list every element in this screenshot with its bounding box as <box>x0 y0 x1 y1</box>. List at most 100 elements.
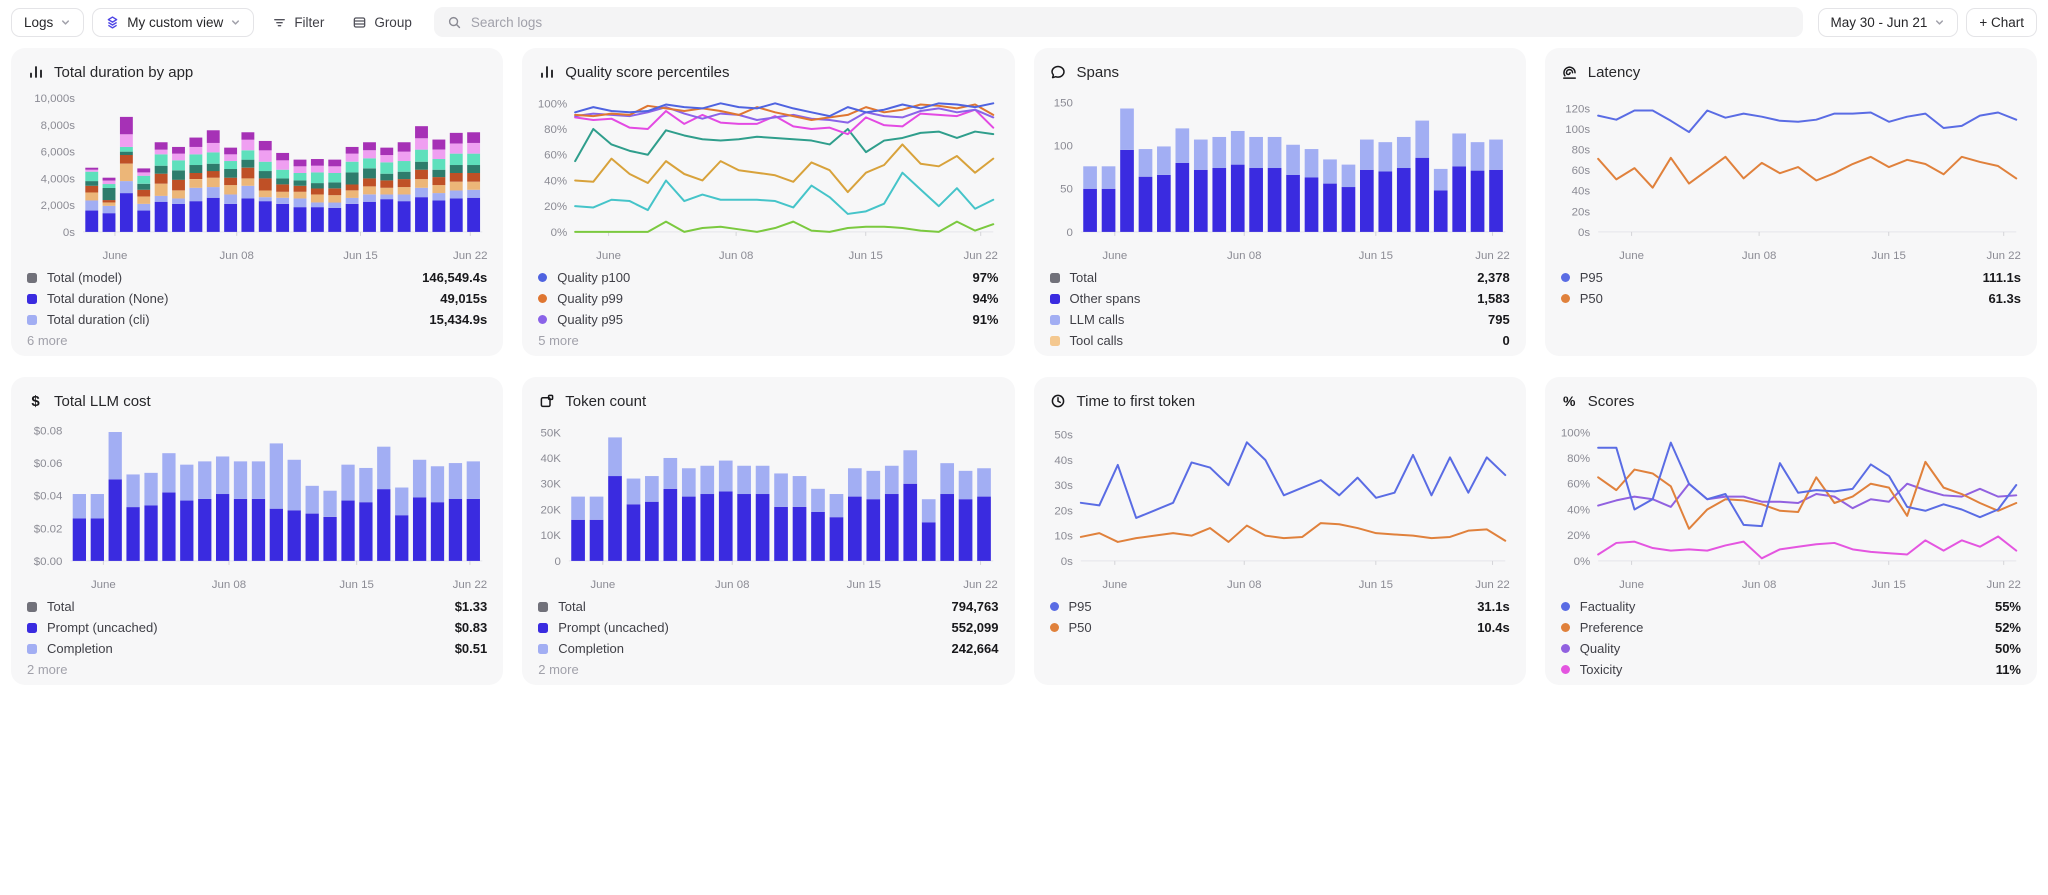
svg-text:June: June <box>1102 250 1127 262</box>
legend-row[interactable]: Toxicity11% <box>1561 659 2021 680</box>
filter-label: Filter <box>294 15 324 30</box>
svg-text:60%: 60% <box>544 150 567 162</box>
svg-text:Jun 22: Jun 22 <box>964 579 998 591</box>
chevron-down-icon <box>230 17 241 28</box>
panel-header: $ Total LLM cost <box>27 389 487 413</box>
legend-row[interactable]: Total (model)146,549.4s <box>27 267 487 288</box>
svg-text:100%: 100% <box>1561 427 1590 439</box>
legend-row[interactable]: Quality p9591% <box>538 309 998 330</box>
panel-title: Spans <box>1077 64 1120 81</box>
add-chart-label: + Chart <box>1979 15 2024 30</box>
legend-row[interactable]: Total$1.33 <box>27 596 487 617</box>
panel-token-count: Token count 010K20K30K40K50KJuneJun 08Ju… <box>522 377 1014 685</box>
chart-canvas-llm-cost[interactable]: $0.00$0.02$0.04$0.06$0.08JuneJun 08Jun 1… <box>27 415 487 593</box>
legend-label: Prompt (uncached) <box>47 620 445 635</box>
legend-swatch <box>27 315 37 325</box>
svg-text:Jun 08: Jun 08 <box>1227 250 1261 262</box>
legend-label: Quality p99 <box>557 291 962 306</box>
legend-row[interactable]: Factuality55% <box>1561 596 2021 617</box>
panel-total-duration-by-app: Total duration by app 0s2,000s4,000s6,00… <box>11 48 503 356</box>
legend-row[interactable]: Quality50% <box>1561 638 2021 659</box>
svg-text:6,000s: 6,000s <box>41 147 76 159</box>
legend-value: 15,434.9s <box>429 312 487 327</box>
svg-text:$0.02: $0.02 <box>34 523 63 535</box>
custom-view-label: My custom view <box>127 15 223 30</box>
search-box[interactable] <box>434 7 1803 37</box>
dollar-icon: $ <box>27 393 44 410</box>
svg-text:20s: 20s <box>1054 505 1073 517</box>
search-input[interactable] <box>471 15 1790 30</box>
chart-canvas-latency[interactable]: 0s20s40s60s80s100s120sJuneJun 08Jun 15Ju… <box>1561 86 2021 264</box>
legend-row[interactable]: Completion242,664 <box>538 638 998 659</box>
svg-text:80%: 80% <box>1567 453 1590 465</box>
legend-value: 794,763 <box>952 599 999 614</box>
panel-header: Time to first token <box>1050 389 1510 413</box>
dashboard-grid: Total duration by app 0s2,000s4,000s6,00… <box>0 43 2048 690</box>
legend-row[interactable]: Total duration (cli) 15,434.9s <box>27 309 487 330</box>
chart-canvas-total-duration[interactable]: 0s2,000s4,000s6,000s8,000s10,000sJuneJun… <box>27 86 487 264</box>
legend-row[interactable]: Total2,378 <box>1050 267 1510 288</box>
legend-row[interactable]: Quality p10097% <box>538 267 998 288</box>
legend-swatch <box>1050 623 1059 632</box>
legend-row[interactable]: P5010.4s <box>1050 617 1510 638</box>
svg-text:2,000s: 2,000s <box>41 200 76 212</box>
legend-label: Total duration (cli) <box>47 312 419 327</box>
panel-spans: Spans 050100150JuneJun 08Jun 15Jun 22 To… <box>1034 48 1526 356</box>
svg-text:June: June <box>596 250 621 262</box>
legend-more[interactable]: 2 more <box>538 659 998 679</box>
legend-more[interactable]: 2 more <box>27 659 487 679</box>
legend-swatch <box>538 602 548 612</box>
svg-text:Jun 15: Jun 15 <box>1871 579 1905 591</box>
legend-row[interactable]: Other spans1,583 <box>1050 288 1510 309</box>
search-icon <box>447 15 462 30</box>
legend-row[interactable]: Quality p9994% <box>538 288 998 309</box>
legend-row[interactable]: Total 794,763 <box>538 596 998 617</box>
chat-bubble-icon <box>1050 64 1067 81</box>
legend-label: P95 <box>1580 270 1973 285</box>
svg-text:Jun 15: Jun 15 <box>339 579 373 591</box>
panel-title: Total LLM cost <box>54 393 151 410</box>
chevron-down-icon <box>60 17 71 28</box>
legend-row[interactable]: P95111.1s <box>1561 267 2021 288</box>
chart-canvas-quality-percentiles[interactable]: 0%20%40%60%80%100%JuneJun 08Jun 15Jun 22 <box>538 86 998 264</box>
legend-row[interactable]: Total duration (None)49,015s <box>27 288 487 309</box>
svg-text:Jun 22: Jun 22 <box>453 250 487 262</box>
legend-value: 97% <box>972 270 998 285</box>
panel-time-to-first-token: Time to first token 0s10s20s30s40s50sJun… <box>1034 377 1526 685</box>
legend-row[interactable]: Prompt (uncached)552,099 <box>538 617 998 638</box>
svg-text:June: June <box>1102 579 1127 591</box>
panel-quality-score-percentiles: Quality score percentiles 0%20%40%60%80%… <box>522 48 1014 356</box>
filter-button[interactable]: Filter <box>262 8 334 37</box>
chart-canvas-spans[interactable]: 050100150JuneJun 08Jun 15Jun 22 <box>1050 86 1510 264</box>
legend-swatch <box>1050 315 1060 325</box>
panel-title: Latency <box>1588 64 1641 81</box>
legend-swatch <box>1561 623 1570 632</box>
chart-canvas-scores[interactable]: 0%20%40%60%80%100%JuneJun 08Jun 15Jun 22 <box>1561 415 2021 593</box>
legend-row[interactable]: LLM calls795 <box>1050 309 1510 330</box>
group-button[interactable]: Group <box>342 8 422 37</box>
svg-text:80s: 80s <box>1571 145 1590 157</box>
legend-label: Total <box>558 599 941 614</box>
logs-dropdown-button[interactable]: Logs <box>11 8 84 37</box>
legend-row[interactable]: P5061.3s <box>1561 288 2021 309</box>
legend-more[interactable]: 6 more <box>27 330 487 350</box>
svg-text:June: June <box>591 579 616 591</box>
legend-swatch <box>27 644 37 654</box>
legend-row[interactable]: Completion$0.51 <box>27 638 487 659</box>
legend-row[interactable]: Tool calls0 <box>1050 330 1510 351</box>
date-range-button[interactable]: May 30 - Jun 21 <box>1818 8 1959 37</box>
svg-text:Jun 08: Jun 08 <box>719 250 753 262</box>
svg-text:0s: 0s <box>1578 227 1590 239</box>
chart-canvas-token-count[interactable]: 010K20K30K40K50KJuneJun 08Jun 15Jun 22 <box>538 415 998 593</box>
legend-more[interactable]: 5 more <box>538 330 998 350</box>
legend-value: 52% <box>1995 620 2021 635</box>
chart-canvas-ttft[interactable]: 0s10s20s30s40s50sJuneJun 08Jun 15Jun 22 <box>1050 415 1510 593</box>
legend: Total2,378Other spans1,583LLM calls795To… <box>1050 267 1510 351</box>
legend-row[interactable]: P9531.1s <box>1050 596 1510 617</box>
legend-row[interactable]: Prompt (uncached)$0.83 <box>27 617 487 638</box>
toolbar: Logs My custom view Filter Group May 30 … <box>0 0 2048 43</box>
legend-swatch <box>27 294 37 304</box>
custom-view-dropdown-button[interactable]: My custom view <box>92 8 254 37</box>
legend-row[interactable]: Preference52% <box>1561 617 2021 638</box>
add-chart-button[interactable]: + Chart <box>1966 8 2037 37</box>
